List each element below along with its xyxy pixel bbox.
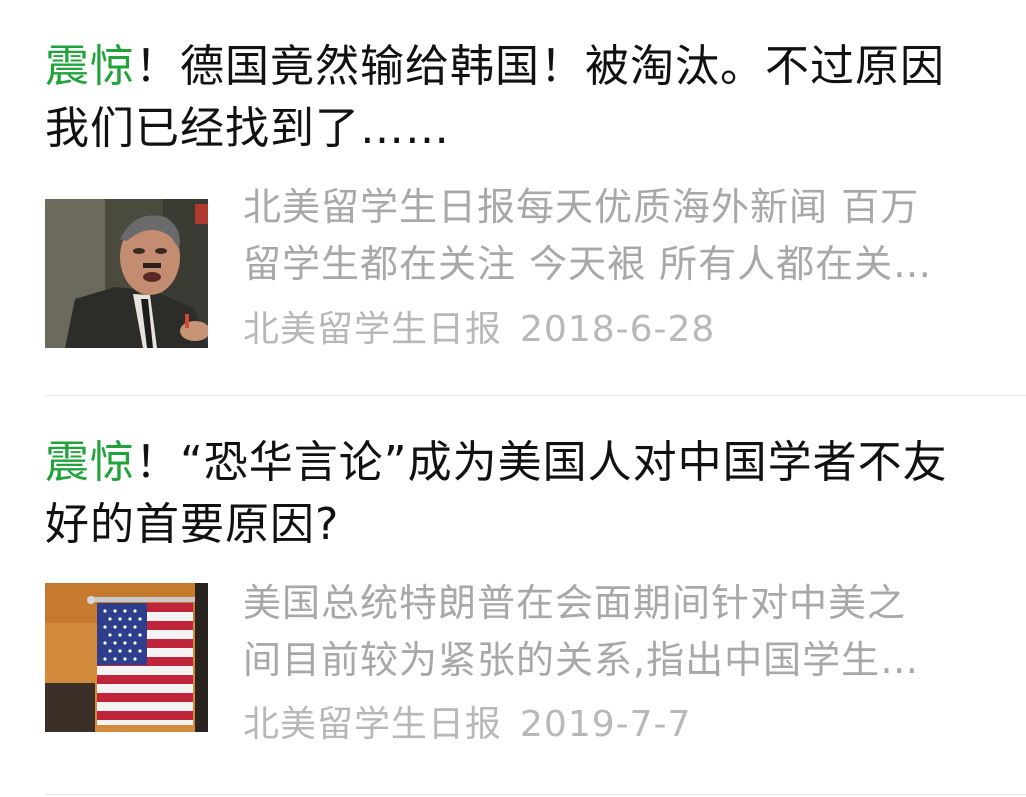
result-title[interactable]: 震惊！德国竟然输给韩国！被淘汰。不过原因我们已经找到了…… [45, 36, 965, 160]
angry-man-photo-icon [45, 199, 208, 348]
divider [45, 794, 1026, 795]
result-date: 2018-6-28 [520, 309, 716, 350]
title-text: ！“恐华言论”成为美国人对中国学者不友好的首要原因? [45, 437, 948, 550]
result-date: 2019-7-7 [520, 704, 692, 745]
snippet-line: 留学生都在关注 今天裉 所有人都在关… [243, 242, 933, 286]
result-title[interactable]: 震惊！“恐华言论”成为美国人对中国学者不友好的首要原因? [45, 432, 965, 556]
result-source: 北美留学生日报 [243, 704, 503, 745]
us-flag-photo-icon [45, 583, 208, 732]
result-item[interactable]: 震惊！德国竟然输给韩国！被淘汰。不过原因我们已经找到了…… 北美留学生日报每天优… [0, 0, 1026, 396]
title-highlight: 震惊 [45, 41, 135, 92]
result-snippet: 北美留学生日报每天优质海外新闻 百万 留学生都在关注 今天裉 所有人都在关… [243, 179, 978, 293]
result-snippet: 美国总统特朗普在会面期间针对中美之 间目前较为紧张的关系,指出中国学生… [243, 575, 978, 689]
result-item[interactable]: 震惊！“恐华言论”成为美国人对中国学者不友好的首要原因? 美国总统特朗普在会面期… [0, 396, 1026, 797]
snippet-line: 美国总统特朗普在会面期间针对中美之 [243, 581, 907, 625]
result-meta: 北美留学生日报 2018-6-28 [243, 308, 715, 352]
snippet-line: 北美留学生日报每天优质海外新闻 百万 [243, 185, 920, 229]
title-text: ！德国竟然输给韩国！被淘汰。不过原因我们已经找到了…… [45, 41, 945, 154]
thumbnail-image[interactable] [45, 199, 208, 348]
thumbnail-image[interactable] [45, 583, 208, 732]
title-highlight: 震惊 [45, 437, 135, 488]
result-source: 北美留学生日报 [243, 309, 503, 350]
search-results-list: 震惊！德国竟然输给韩国！被淘汰。不过原因我们已经找到了…… 北美留学生日报每天优… [0, 0, 1026, 797]
snippet-line: 间目前较为紧张的关系,指出中国学生… [243, 638, 920, 682]
result-meta: 北美留学生日报 2019-7-7 [243, 703, 691, 747]
